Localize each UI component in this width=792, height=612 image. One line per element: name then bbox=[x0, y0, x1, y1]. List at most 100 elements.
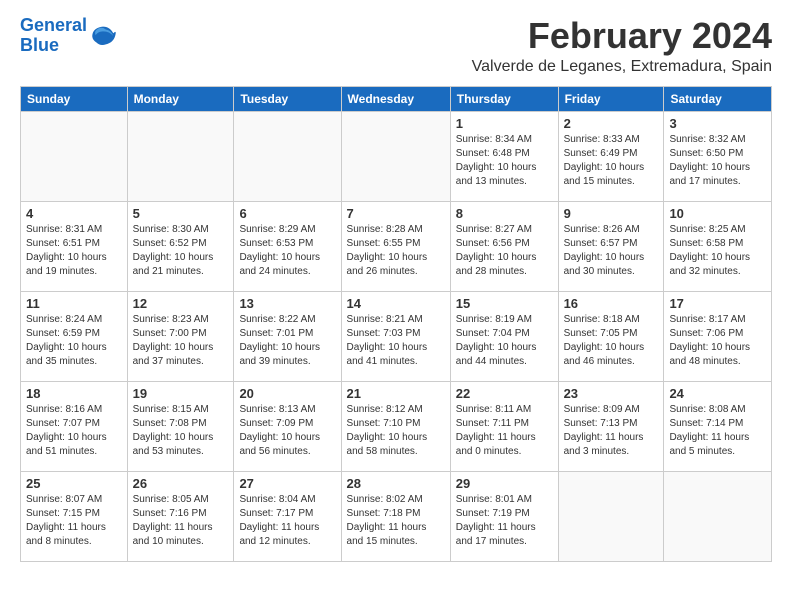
location: Valverde de Leganes, Extremadura, Spain bbox=[472, 58, 772, 76]
header: GeneralBlue February 2024 Valverde de Le… bbox=[20, 16, 772, 76]
day-number: 29 bbox=[456, 476, 553, 491]
col-header-thursday: Thursday bbox=[450, 86, 558, 111]
day-info: Sunrise: 8:01 AM Sunset: 7:19 PM Dayligh… bbox=[456, 493, 553, 549]
logo-icon bbox=[89, 22, 117, 50]
day-info: Sunrise: 8:30 AM Sunset: 6:52 PM Dayligh… bbox=[133, 223, 229, 279]
day-info: Sunrise: 8:09 AM Sunset: 7:13 PM Dayligh… bbox=[564, 403, 659, 459]
day-info: Sunrise: 8:28 AM Sunset: 6:55 PM Dayligh… bbox=[347, 223, 445, 279]
day-number: 17 bbox=[669, 296, 766, 311]
day-cell: 3 Sunrise: 8:32 AM Sunset: 6:50 PM Daylig… bbox=[664, 111, 772, 201]
day-number: 10 bbox=[669, 206, 766, 221]
day-cell: 10 Sunrise: 8:25 AM Sunset: 6:58 PM Dayli… bbox=[664, 201, 772, 291]
day-cell: 7 Sunrise: 8:28 AM Sunset: 6:55 PM Daylig… bbox=[341, 201, 450, 291]
day-number: 24 bbox=[669, 386, 766, 401]
day-number: 21 bbox=[347, 386, 445, 401]
day-number: 22 bbox=[456, 386, 553, 401]
day-cell: 9 Sunrise: 8:26 AM Sunset: 6:57 PM Daylig… bbox=[558, 201, 664, 291]
day-cell: 18 Sunrise: 8:16 AM Sunset: 7:07 PM Dayli… bbox=[21, 381, 128, 471]
day-number: 2 bbox=[564, 116, 659, 131]
day-info: Sunrise: 8:18 AM Sunset: 7:05 PM Dayligh… bbox=[564, 313, 659, 369]
day-info: Sunrise: 8:07 AM Sunset: 7:15 PM Dayligh… bbox=[26, 493, 122, 549]
logo-text: GeneralBlue bbox=[20, 16, 87, 56]
day-info: Sunrise: 8:22 AM Sunset: 7:01 PM Dayligh… bbox=[239, 313, 335, 369]
day-info: Sunrise: 8:12 AM Sunset: 7:10 PM Dayligh… bbox=[347, 403, 445, 459]
day-info: Sunrise: 8:17 AM Sunset: 7:06 PM Dayligh… bbox=[669, 313, 766, 369]
day-info: Sunrise: 8:26 AM Sunset: 6:57 PM Dayligh… bbox=[564, 223, 659, 279]
day-number: 8 bbox=[456, 206, 553, 221]
day-cell: 4 Sunrise: 8:31 AM Sunset: 6:51 PM Daylig… bbox=[21, 201, 128, 291]
day-number: 25 bbox=[26, 476, 122, 491]
day-cell: 19 Sunrise: 8:15 AM Sunset: 7:08 PM Dayli… bbox=[127, 381, 234, 471]
day-cell bbox=[558, 471, 664, 561]
day-info: Sunrise: 8:11 AM Sunset: 7:11 PM Dayligh… bbox=[456, 403, 553, 459]
day-info: Sunrise: 8:16 AM Sunset: 7:07 PM Dayligh… bbox=[26, 403, 122, 459]
day-cell: 12 Sunrise: 8:23 AM Sunset: 7:00 PM Dayli… bbox=[127, 291, 234, 381]
col-header-sunday: Sunday bbox=[21, 86, 128, 111]
day-info: Sunrise: 8:02 AM Sunset: 7:18 PM Dayligh… bbox=[347, 493, 445, 549]
day-number: 12 bbox=[133, 296, 229, 311]
day-number: 7 bbox=[347, 206, 445, 221]
day-number: 15 bbox=[456, 296, 553, 311]
day-number: 28 bbox=[347, 476, 445, 491]
header-row: SundayMondayTuesdayWednesdayThursdayFrid… bbox=[21, 86, 772, 111]
day-cell: 13 Sunrise: 8:22 AM Sunset: 7:01 PM Dayli… bbox=[234, 291, 341, 381]
day-cell: 28 Sunrise: 8:02 AM Sunset: 7:18 PM Dayli… bbox=[341, 471, 450, 561]
day-info: Sunrise: 8:24 AM Sunset: 6:59 PM Dayligh… bbox=[26, 313, 122, 369]
day-cell bbox=[341, 111, 450, 201]
day-cell bbox=[664, 471, 772, 561]
day-info: Sunrise: 8:27 AM Sunset: 6:56 PM Dayligh… bbox=[456, 223, 553, 279]
day-number: 14 bbox=[347, 296, 445, 311]
day-info: Sunrise: 8:15 AM Sunset: 7:08 PM Dayligh… bbox=[133, 403, 229, 459]
day-cell: 17 Sunrise: 8:17 AM Sunset: 7:06 PM Dayli… bbox=[664, 291, 772, 381]
day-number: 13 bbox=[239, 296, 335, 311]
day-number: 26 bbox=[133, 476, 229, 491]
day-number: 11 bbox=[26, 296, 122, 311]
day-cell: 15Sunrise: 8:19 AM Sunset: 7:04 PM Dayli… bbox=[450, 291, 558, 381]
day-cell: 20Sunrise: 8:13 AM Sunset: 7:09 PM Dayli… bbox=[234, 381, 341, 471]
col-header-friday: Friday bbox=[558, 86, 664, 111]
day-cell bbox=[21, 111, 128, 201]
day-number: 4 bbox=[26, 206, 122, 221]
day-number: 6 bbox=[239, 206, 335, 221]
day-cell: 23 Sunrise: 8:09 AM Sunset: 7:13 PM Dayli… bbox=[558, 381, 664, 471]
month-title: February 2024 bbox=[472, 16, 772, 56]
day-info: Sunrise: 8:04 AM Sunset: 7:17 PM Dayligh… bbox=[239, 493, 335, 549]
day-cell bbox=[234, 111, 341, 201]
week-row-5: 25 Sunrise: 8:07 AM Sunset: 7:15 PM Dayli… bbox=[21, 471, 772, 561]
logo: GeneralBlue bbox=[20, 16, 117, 56]
week-row-1: 1Sunrise: 8:34 AM Sunset: 6:48 PM Daylig… bbox=[21, 111, 772, 201]
day-cell: 24 Sunrise: 8:08 AM Sunset: 7:14 PM Dayli… bbox=[664, 381, 772, 471]
day-cell: 29 Sunrise: 8:01 AM Sunset: 7:19 PM Dayli… bbox=[450, 471, 558, 561]
col-header-tuesday: Tuesday bbox=[234, 86, 341, 111]
week-row-4: 18 Sunrise: 8:16 AM Sunset: 7:07 PM Dayli… bbox=[21, 381, 772, 471]
col-header-wednesday: Wednesday bbox=[341, 86, 450, 111]
day-info: Sunrise: 8:08 AM Sunset: 7:14 PM Dayligh… bbox=[669, 403, 766, 459]
day-cell: 21 Sunrise: 8:12 AM Sunset: 7:10 PM Dayli… bbox=[341, 381, 450, 471]
day-cell: 26 Sunrise: 8:05 AM Sunset: 7:16 PM Dayli… bbox=[127, 471, 234, 561]
day-info: Sunrise: 8:05 AM Sunset: 7:16 PM Dayligh… bbox=[133, 493, 229, 549]
day-number: 3 bbox=[669, 116, 766, 131]
day-number: 1 bbox=[456, 116, 553, 131]
day-number: 16 bbox=[564, 296, 659, 311]
week-row-3: 11 Sunrise: 8:24 AM Sunset: 6:59 PM Dayli… bbox=[21, 291, 772, 381]
col-header-monday: Monday bbox=[127, 86, 234, 111]
day-number: 27 bbox=[239, 476, 335, 491]
day-cell: 5Sunrise: 8:30 AM Sunset: 6:52 PM Daylig… bbox=[127, 201, 234, 291]
day-info: Sunrise: 8:32 AM Sunset: 6:50 PM Dayligh… bbox=[669, 133, 766, 189]
day-cell: 1Sunrise: 8:34 AM Sunset: 6:48 PM Daylig… bbox=[450, 111, 558, 201]
day-cell: 16 Sunrise: 8:18 AM Sunset: 7:05 PM Dayli… bbox=[558, 291, 664, 381]
calendar: SundayMondayTuesdayWednesdayThursdayFrid… bbox=[20, 86, 772, 562]
day-cell: 8 Sunrise: 8:27 AM Sunset: 6:56 PM Daylig… bbox=[450, 201, 558, 291]
day-number: 9 bbox=[564, 206, 659, 221]
day-cell: 11 Sunrise: 8:24 AM Sunset: 6:59 PM Dayli… bbox=[21, 291, 128, 381]
day-info: Sunrise: 8:25 AM Sunset: 6:58 PM Dayligh… bbox=[669, 223, 766, 279]
day-cell bbox=[127, 111, 234, 201]
title-block: February 2024 Valverde de Leganes, Extre… bbox=[472, 16, 772, 76]
day-cell: 2Sunrise: 8:33 AM Sunset: 6:49 PM Daylig… bbox=[558, 111, 664, 201]
day-number: 20 bbox=[239, 386, 335, 401]
day-number: 18 bbox=[26, 386, 122, 401]
day-number: 19 bbox=[133, 386, 229, 401]
day-number: 23 bbox=[564, 386, 659, 401]
day-info: Sunrise: 8:23 AM Sunset: 7:00 PM Dayligh… bbox=[133, 313, 229, 369]
day-info: Sunrise: 8:31 AM Sunset: 6:51 PM Dayligh… bbox=[26, 223, 122, 279]
